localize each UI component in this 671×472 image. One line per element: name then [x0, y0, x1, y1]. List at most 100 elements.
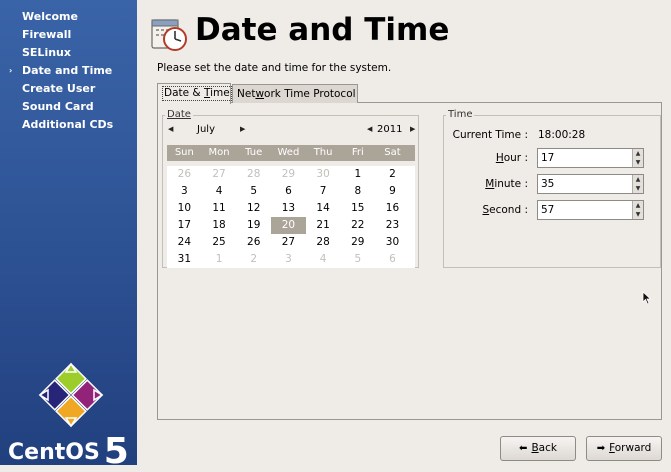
calendar-day[interactable]: 4 [306, 251, 341, 268]
back-button[interactable]: ⬅ Back [500, 436, 576, 461]
calendar-day[interactable]: 18 [202, 217, 237, 234]
calendar-day[interactable]: 6 [375, 251, 410, 268]
calendar-day[interactable]: 26 [236, 234, 271, 251]
date-frame-label: Date [165, 109, 193, 120]
calendar-day[interactable]: 29 [340, 234, 375, 251]
calendar-day[interactable]: 11 [202, 200, 237, 217]
calendar-day[interactable]: 14 [306, 200, 341, 217]
step-date-and-time-current: › Date and Time [0, 62, 137, 80]
calendar-day[interactable]: 7 [306, 183, 341, 200]
forward-button[interactable]: ➡ Forward [586, 436, 662, 461]
calendar-day[interactable]: 8 [340, 183, 375, 200]
calendar-day[interactable]: 16 [375, 200, 410, 217]
spin-down-icon[interactable]: ▼ [633, 158, 643, 167]
calendar-day[interactable]: 6 [271, 183, 306, 200]
calendar-day[interactable]: 3 [167, 183, 202, 200]
calendar-day[interactable]: 1 [340, 166, 375, 183]
sidebar: Welcome Firewall SELinux › Date and Time … [0, 0, 137, 472]
calendar-day[interactable]: 26 [167, 166, 202, 183]
current-time-value: 18:00:28 [538, 129, 586, 141]
current-time-label: Current Time : [452, 129, 528, 141]
forward-arrow-icon: ➡ [596, 443, 606, 454]
calendar-day[interactable]: 27 [202, 166, 237, 183]
month-label: July [197, 124, 215, 135]
weekday-label: Tue [245, 147, 263, 158]
tab-date-and-time[interactable]: Date & Time [157, 83, 232, 104]
calendar-day[interactable]: 5 [340, 251, 375, 268]
calendar-day[interactable]: 5 [236, 183, 271, 200]
calendar-day[interactable]: 23 [375, 217, 410, 234]
step-firewall: Firewall [0, 26, 137, 44]
calendar-day[interactable]: 15 [340, 200, 375, 217]
step-label: Welcome [22, 10, 78, 23]
prev-month-button[interactable]: ◀ [168, 125, 173, 133]
calendar-day[interactable]: 27 [271, 234, 306, 251]
weekday-label: Wed [277, 147, 300, 158]
calendar-day[interactable]: 9 [375, 183, 410, 200]
spin-up-icon[interactable]: ▲ [633, 201, 643, 210]
minute-spin-arrows[interactable]: ▲ ▼ [632, 175, 643, 193]
next-month-button[interactable]: ▶ [240, 125, 245, 133]
step-list: Welcome Firewall SELinux › Date and Time … [0, 8, 137, 134]
second-spin-arrows[interactable]: ▲ ▼ [632, 201, 643, 219]
calendar-day[interactable]: 17 [167, 217, 202, 234]
calendar-week-row: 10 11 12 13 14 15 16 [167, 200, 415, 217]
calendar-header: ◀ July ▶ ◀ 2011 ▶ [166, 124, 416, 140]
calendar-day[interactable]: 12 [236, 200, 271, 217]
hour-spinbutton[interactable]: 17 ▲ ▼ [537, 148, 644, 168]
hour-spin-arrows[interactable]: ▲ ▼ [632, 149, 643, 167]
calendar-day[interactable]: 30 [375, 234, 410, 251]
next-year-button[interactable]: ▶ [410, 125, 415, 133]
calendar-day[interactable]: 3 [271, 251, 306, 268]
calendar-days: 26 27 28 29 30 1 2 3 4 5 6 7 8 9 10 11 12 13 14 15 16 17 18 19 2… [167, 166, 415, 268]
calendar-day[interactable]: 30 [306, 166, 341, 183]
calendar-day[interactable]: 2 [375, 166, 410, 183]
calendar-day[interactable]: 4 [202, 183, 237, 200]
centos-wordmark: CentOS 5 [8, 427, 129, 472]
calendar-day[interactable]: 1 [202, 251, 237, 268]
minute-spinbutton[interactable]: 35 ▲ ▼ [537, 174, 644, 194]
calendar-day[interactable]: 29 [271, 166, 306, 183]
calendar-day[interactable]: 21 [306, 217, 341, 234]
spin-down-icon[interactable]: ▼ [633, 210, 643, 219]
calendar-day-selected[interactable]: 20 [271, 217, 306, 234]
spin-down-icon[interactable]: ▼ [633, 184, 643, 193]
tab-network-time-protocol[interactable]: Network Time Protocol [232, 84, 358, 103]
calendar-week-row: 31 1 2 3 4 5 6 [167, 251, 415, 268]
step-label: SELinux [22, 46, 71, 59]
page-title: Date and Time [195, 12, 450, 48]
hour-label: Hour : [495, 152, 528, 164]
step-label: Firewall [22, 28, 72, 41]
calendar-day[interactable]: 22 [340, 217, 375, 234]
weekday-label: Fri [351, 147, 364, 158]
weekday-label: Sun [174, 147, 194, 158]
step-additional-cds: Additional CDs [0, 116, 137, 134]
second-spinbutton[interactable]: 57 ▲ ▼ [537, 200, 644, 220]
calendar-day[interactable]: 28 [236, 166, 271, 183]
clock-calendar-icon [151, 19, 187, 51]
calendar-day[interactable]: 31 [167, 251, 202, 268]
step-label: Sound Card [22, 100, 94, 113]
prev-year-button[interactable]: ◀ [367, 125, 372, 133]
centos-logo-icon [38, 362, 104, 428]
calendar-day[interactable]: 10 [167, 200, 202, 217]
tab-label: Network Time Protocol [237, 88, 356, 100]
spin-up-icon[interactable]: ▲ [633, 175, 643, 184]
calendar-day[interactable]: 19 [236, 217, 271, 234]
time-frame-label: Time [446, 109, 475, 120]
second-value: 57 [541, 204, 555, 216]
calendar-day[interactable]: 28 [306, 234, 341, 251]
step-welcome: Welcome [0, 8, 137, 26]
weekday-label: Thu [313, 147, 333, 158]
calendar-day[interactable]: 25 [202, 234, 237, 251]
calendar-day[interactable]: 24 [167, 234, 202, 251]
weekday-label: Mon [208, 147, 230, 158]
tab-label: Date & Time [162, 86, 232, 101]
calendar-week-row: 24 25 26 27 28 29 30 [167, 234, 415, 251]
spin-up-icon[interactable]: ▲ [633, 149, 643, 158]
logo-version: 5 [103, 431, 129, 472]
year-label: 2011 [377, 124, 403, 135]
back-arrow-icon: ⬅ [519, 443, 528, 454]
calendar-day[interactable]: 13 [271, 200, 306, 217]
calendar-day[interactable]: 2 [236, 251, 271, 268]
